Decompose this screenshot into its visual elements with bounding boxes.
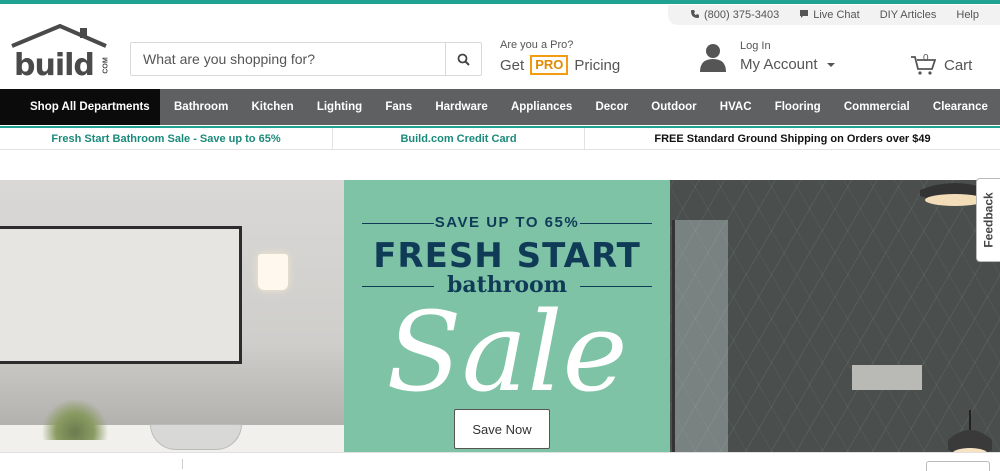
pro-pricing-label: Pricing <box>574 56 621 74</box>
hero-sale-script: Sale <box>386 288 628 416</box>
utility-bar: (800) 375-3403 Live Chat DIY Articles He… <box>668 5 1000 25</box>
hero-fresh-start: FRESH START <box>373 236 641 276</box>
save-now-button[interactable]: Save Now <box>454 409 550 449</box>
pro-pricing-line: Get PRO Pricing <box>500 55 620 75</box>
user-icon <box>700 43 726 72</box>
logo-suffix: COM <box>102 57 110 74</box>
pro-pricing-link[interactable]: Are you a Pro? Get PRO Pricing <box>500 39 620 75</box>
promo-bar: Fresh Start Bathroom Sale - Save up to 6… <box>0 126 1000 150</box>
logo-wordmark: build <box>14 48 95 83</box>
nav-item-decor[interactable]: Decor <box>595 101 628 113</box>
help-link[interactable]: Help <box>956 9 979 21</box>
nav-item-hardware[interactable]: Hardware <box>435 101 487 113</box>
bottom-strip <box>0 452 1000 471</box>
hero-mirror <box>0 226 242 364</box>
search-box <box>130 42 482 76</box>
shop-all-departments-button[interactable]: Shop All Departments <box>0 89 160 125</box>
pro-badge: PRO <box>530 55 569 75</box>
promo-shipping-link[interactable]: FREE Standard Ground Shipping on Orders … <box>585 128 1000 149</box>
build-logo[interactable]: build COM <box>10 24 110 83</box>
cart-icon-wrap: 0 <box>910 53 937 75</box>
promo-credit-card-link[interactable]: Build.com Credit Card <box>333 128 585 149</box>
account-menu[interactable]: Log In My Account <box>698 40 836 73</box>
search-button[interactable] <box>445 43 481 75</box>
pro-question: Are you a Pro? <box>500 39 574 51</box>
nav-items: Bathroom Kitchen Lighting Fans Hardware … <box>160 101 1000 113</box>
nav-item-kitchen[interactable]: Kitchen <box>251 101 293 113</box>
login-label: Log In <box>740 40 771 52</box>
hero-plant <box>40 400 110 440</box>
nav-item-clearance[interactable]: Clearance <box>933 101 988 113</box>
my-account-label: My Account <box>740 56 818 73</box>
search-icon <box>457 53 470 66</box>
live-chat-label: Live Chat <box>813 9 860 21</box>
feedback-label: Feedback <box>981 192 996 248</box>
cart-count: 0 <box>923 53 929 64</box>
phone-icon <box>690 9 700 22</box>
promo-sale-link[interactable]: Fresh Start Bathroom Sale - Save up to 6… <box>0 128 333 149</box>
phone-link[interactable]: (800) 375-3403 <box>690 9 779 22</box>
headline-rule-bottom-right <box>580 286 652 287</box>
headline-rule-top-right <box>580 223 652 224</box>
nav-item-hvac[interactable]: HVAC <box>720 101 752 113</box>
feedback-tab[interactable]: Feedback <box>976 178 1000 262</box>
hero-sconce <box>258 254 288 290</box>
phone-number: (800) 375-3403 <box>704 9 780 21</box>
nav-item-outdoor[interactable]: Outdoor <box>651 101 696 113</box>
nav-item-fans[interactable]: Fans <box>385 101 412 113</box>
pendant-light-icon <box>948 410 992 452</box>
live-chat-link[interactable]: Live Chat <box>799 9 860 22</box>
diy-articles-link[interactable]: DIY Articles <box>880 9 937 21</box>
nav-item-commercial[interactable]: Commercial <box>844 101 910 113</box>
search-input[interactable] <box>131 43 445 75</box>
cart-label: Cart <box>944 56 973 74</box>
nav-item-appliances[interactable]: Appliances <box>511 101 572 113</box>
nav-item-lighting[interactable]: Lighting <box>317 101 362 113</box>
pro-get-label: Get <box>500 56 525 74</box>
main-nav: Shop All Departments Bathroom Kitchen Li… <box>0 89 1000 125</box>
diy-articles-label: DIY Articles <box>879 9 937 21</box>
top-accent-line <box>0 0 1000 4</box>
hero-sink <box>150 424 242 450</box>
cart-button[interactable]: 0 Cart <box>910 53 973 75</box>
help-label: Help <box>956 9 979 21</box>
nav-item-flooring[interactable]: Flooring <box>775 101 821 113</box>
my-account-line: My Account <box>740 56 836 73</box>
bottom-box <box>926 461 990 471</box>
chevron-down-icon <box>826 63 835 68</box>
hero-shower-glass <box>672 220 728 452</box>
nav-item-bathroom[interactable]: Bathroom <box>174 101 228 113</box>
hero-shower-niche <box>852 365 922 390</box>
chat-icon <box>799 9 809 22</box>
